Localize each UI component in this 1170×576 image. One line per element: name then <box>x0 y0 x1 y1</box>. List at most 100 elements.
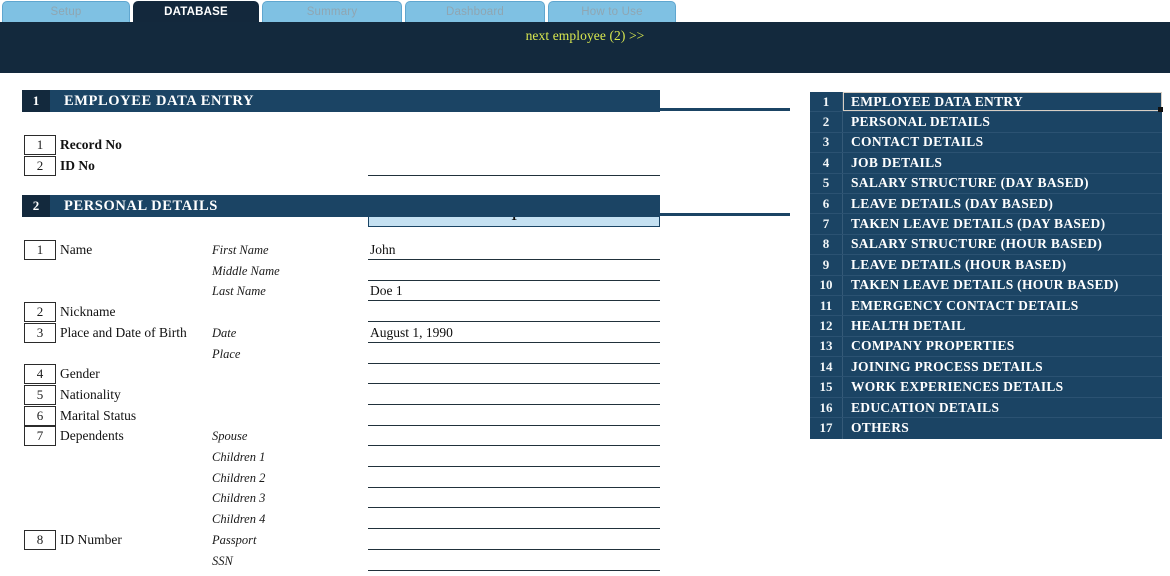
row-sublabel: Place <box>212 346 241 361</box>
nav-item-number: 8 <box>822 236 830 252</box>
row-sublabel: SSN <box>212 553 233 568</box>
row-number: 1 <box>24 135 56 155</box>
tab-summary[interactable]: Summary <box>262 1 402 22</box>
row-sublabel: Spouse <box>212 429 248 444</box>
nav-item-leave-details-day-based[interactable]: 6 LEAVE DETAILS (DAY BASED) <box>810 193 1162 215</box>
nav-item-label: PERSONAL DETAILS <box>851 114 991 130</box>
nav-item-contact-details[interactable]: 3 CONTACT DETAILS <box>810 132 1162 154</box>
nav-item-number: 2 <box>822 114 830 130</box>
nav-item-number: 16 <box>819 399 833 415</box>
form-row: 6 Marital Status <box>0 405 810 427</box>
nav-item-label: WORK EXPERIENCES DETAILS <box>851 379 1064 395</box>
tab-label: DATABASE <box>164 6 228 18</box>
nav-item-label: EMERGENCY CONTACT DETAILS <box>851 297 1079 313</box>
form-row: Children 1 <box>0 447 810 468</box>
nav-item-label: JOINING PROCESS DETAILS <box>851 358 1043 374</box>
nav-item-label: EMPLOYEE DATA ENTRY <box>851 93 1023 109</box>
form-row: SSN <box>0 551 810 572</box>
section-header-employee-data-entry: 1 EMPLOYEE DATA ENTRY <box>22 90 790 112</box>
form-row: Children 2 <box>0 468 810 489</box>
row-label: ID Number <box>60 531 122 547</box>
section-title: EMPLOYEE DATA ENTRY <box>64 92 255 109</box>
row-label: Gender <box>60 366 100 382</box>
row-label: Name <box>60 242 93 257</box>
nav-item-label: HEALTH DETAIL <box>851 317 966 333</box>
nav-item-label: OTHERS <box>851 420 910 436</box>
tab-dashboard[interactable]: Dashboard <box>405 1 545 22</box>
form-row: 5 Nationality <box>0 384 810 406</box>
nav-item-label: LEAVE DETAILS (HOUR BASED) <box>851 256 1067 272</box>
nav-item-salary-structure-hour-based[interactable]: 8 SALARY STRUCTURE (HOUR BASED) <box>810 234 1162 256</box>
form-row: Place <box>0 344 810 365</box>
row-number: 7 <box>24 426 56 447</box>
nav-item-education-details[interactable]: 16 EDUCATION DETAILS <box>810 397 1162 419</box>
section-bar: 1 EMPLOYEE DATA ENTRY <box>22 90 660 112</box>
form-row: 7 Dependents Spouse <box>0 426 810 447</box>
tab-how-to-use[interactable]: How to Use <box>548 1 676 22</box>
row-label: Marital Status <box>60 407 137 423</box>
row-sublabel: Children 3 <box>212 491 266 506</box>
nav-item-work-experiences-details[interactable]: 15 WORK EXPERIENCES DETAILS <box>810 377 1162 398</box>
field-input[interactable]: John <box>370 242 396 258</box>
row-number: 1 <box>24 240 56 260</box>
section-number: 1 <box>22 90 50 112</box>
nav-item-number: 1 <box>822 93 830 109</box>
nav-item-others[interactable]: 17 OTHERS <box>810 418 1162 439</box>
row-sublabel: First Name <box>212 243 269 257</box>
nav-item-number: 3 <box>822 134 830 150</box>
row-label: ID No <box>60 158 95 173</box>
row-number: 3 <box>24 322 56 343</box>
section-rule <box>660 108 790 111</box>
field-input[interactable]: August 1, 1990 <box>370 325 453 341</box>
tab-label: Setup <box>50 6 82 18</box>
form-pane: 1 EMPLOYEE DATA ENTRY 1 Record No 1 2 ID… <box>0 73 810 576</box>
form-row: 4 Gender <box>0 364 810 385</box>
form-row: 2 Nickname <box>0 302 810 323</box>
nav-item-leave-details-hour-based[interactable]: 9 LEAVE DETAILS (HOUR BASED) <box>810 255 1162 276</box>
nav-item-label: SALARY STRUCTURE (DAY BASED) <box>851 175 1089 191</box>
form-row-id-no: 2 ID No <box>0 156 810 177</box>
nav-item-label: EDUCATION DETAILS <box>851 399 1000 415</box>
row-label: Place and Date of Birth <box>60 324 187 340</box>
field-underline <box>368 569 660 571</box>
section-header-personal-details: 2 PERSONAL DETAILS <box>22 195 790 217</box>
field-input[interactable]: Doe 1 <box>370 283 403 299</box>
section-title: PERSONAL DETAILS <box>64 197 218 214</box>
row-number: 2 <box>24 302 56 323</box>
next-employee-link[interactable]: next employee (2) >> <box>0 28 1170 44</box>
nav-item-personal-details[interactable]: 2 PERSONAL DETAILS <box>810 112 1162 133</box>
section-rule <box>660 213 790 216</box>
nav-item-number: 17 <box>819 420 833 436</box>
nav-item-joining-process-details[interactable]: 14 JOINING PROCESS DETAILS <box>810 357 1162 378</box>
nav-item-number: 4 <box>822 154 830 170</box>
nav-item-number: 14 <box>819 358 833 374</box>
nav-item-employee-data-entry[interactable]: 1 EMPLOYEE DATA ENTRY <box>810 92 1163 113</box>
tab-strip: Setup DATABASE Summary Dashboard How to Use <box>0 0 1170 22</box>
form-row: Middle Name <box>0 261 810 282</box>
form-row: Children 3 <box>0 488 810 509</box>
nav-item-company-properties[interactable]: 13 COMPANY PROPERTIES <box>810 336 1162 358</box>
nav-item-job-details[interactable]: 4 JOB DETAILS <box>810 153 1162 174</box>
row-label: Dependents <box>60 428 124 444</box>
nav-item-number: 11 <box>819 297 833 313</box>
row-number: 8 <box>24 529 56 550</box>
nav-item-number: 15 <box>819 379 833 395</box>
nav-item-taken-leave-details-hour-based[interactable]: 10 TAKEN LEAVE DETAILS (HOUR BASED) <box>810 275 1162 296</box>
nav-item-label: TAKEN LEAVE DETAILS (HOUR BASED) <box>851 277 1119 293</box>
row-sublabel: Children 2 <box>212 470 266 485</box>
form-row: 1 Name First Name John <box>0 240 810 261</box>
row-number: 6 <box>24 405 56 426</box>
nav-item-number: 5 <box>822 175 830 191</box>
tab-label: Summary <box>306 6 358 18</box>
nav-item-label: SALARY STRUCTURE (HOUR BASED) <box>851 236 1103 252</box>
nav-item-health-detail[interactable]: 12 HEALTH DETAIL <box>810 316 1162 337</box>
nav-item-salary-structure-day-based[interactable]: 5 SALARY STRUCTURE (DAY BASED) <box>810 173 1162 194</box>
nav-item-taken-leave-details-day-based[interactable]: 7 TAKEN LEAVE DETAILS (DAY BASED) <box>810 214 1162 235</box>
tab-setup[interactable]: Setup <box>2 1 130 22</box>
nav-item-label: TAKEN LEAVE DETAILS (DAY BASED) <box>851 216 1106 232</box>
nav-item-emergency-contact-details[interactable]: 11 EMERGENCY CONTACT DETAILS <box>810 295 1162 317</box>
tab-database[interactable]: DATABASE <box>133 1 259 22</box>
row-label: Record No <box>60 137 122 152</box>
row-sublabel: Children 4 <box>212 512 266 527</box>
row-sublabel: Passport <box>212 532 257 547</box>
